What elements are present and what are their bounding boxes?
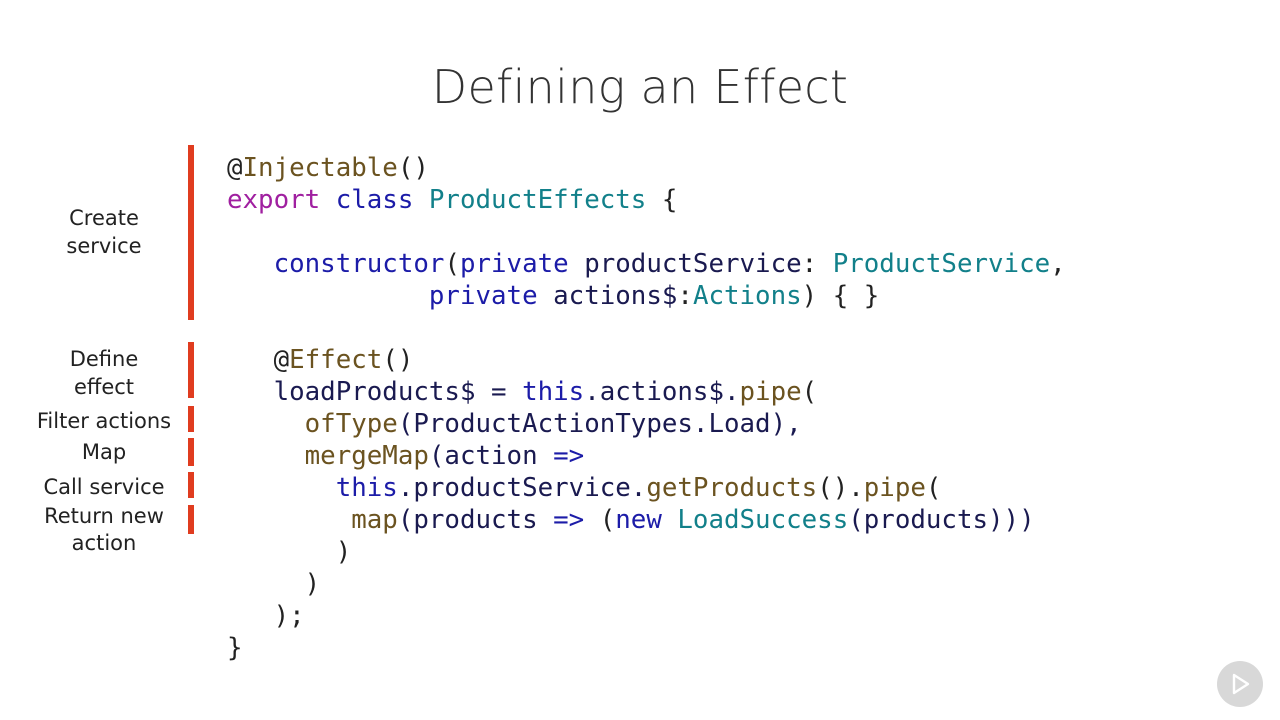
code-token: private: [459, 249, 569, 279]
code-token: private: [428, 281, 538, 311]
code-token: (products: [397, 505, 554, 535]
annotation-line: Map: [81, 440, 127, 464]
code-token: (: [584, 505, 616, 535]
annotation-define-effect: Define effect: [14, 345, 194, 401]
code-token: ,: [1050, 249, 1066, 279]
code-token: loadProducts$: [273, 377, 476, 407]
annotation-line: Define: [69, 347, 139, 371]
code-line: @Injectable(): [227, 152, 1066, 184]
annotation-line: effect: [73, 375, 135, 399]
annotation-line: Call service: [43, 475, 165, 499]
code-token: map: [351, 505, 398, 535]
code-line: export class ProductEffects {: [227, 184, 1066, 216]
annotation-line: Filter actions: [36, 409, 172, 433]
code-line: this.productService.getProducts().pipe(: [227, 472, 1066, 504]
annotation-line: service: [66, 234, 142, 258]
code-token: =: [475, 377, 523, 407]
code-line: private actions$:Actions) { }: [227, 280, 1066, 312]
code-token: mergeMap: [304, 441, 429, 471]
code-line: ofType(ProductActionTypes.Load),: [227, 408, 1066, 440]
code-token: );: [227, 601, 305, 631]
code-token: ProductService: [832, 249, 1051, 279]
code-line: );: [227, 600, 1066, 632]
code-token: (: [925, 473, 942, 503]
code-token: ProductEffects: [428, 185, 647, 215]
code-line: @Effect(): [227, 344, 1066, 376]
code-token: (products))): [848, 505, 1035, 535]
code-token: class: [335, 185, 414, 215]
code-token: =>: [553, 441, 585, 471]
code-token: pipe: [739, 377, 802, 407]
code-token: (: [801, 377, 818, 407]
code-token: ): [227, 537, 352, 567]
code-token: ) { }: [801, 281, 880, 311]
code-token: (ProductActionTypes.Load),: [397, 409, 802, 439]
code-token: ): [227, 569, 321, 599]
code-token: actions$: [537, 281, 678, 311]
code-token: (: [444, 249, 460, 279]
play-button[interactable]: [1217, 661, 1263, 707]
play-icon: [1232, 673, 1250, 695]
annotation-line: action: [71, 531, 137, 555]
code-line: constructor(private productService: Prod…: [227, 248, 1066, 280]
code-token: @: [227, 153, 243, 183]
code-token: Injectable: [242, 153, 398, 183]
annotation-create-service: Create service: [14, 204, 194, 260]
annotation-return-new-action: Return new action: [14, 503, 194, 557]
code-token: getProducts: [646, 473, 818, 503]
code-token: ofType: [304, 409, 398, 439]
code-token: .actions$.: [584, 377, 740, 407]
code-token: (action: [428, 441, 554, 471]
code-token: productService: [568, 249, 802, 279]
code-line: map(products => (new LoadSuccess(product…: [227, 504, 1066, 536]
code-token: }: [227, 633, 243, 663]
code-token: Effect: [289, 345, 383, 375]
code-line: loadProducts$ = this.actions$.pipe(: [227, 376, 1066, 408]
annotation-map: Map: [14, 438, 194, 466]
code-line: }: [227, 632, 1066, 664]
code-token: Actions: [692, 281, 802, 311]
code-token: (): [397, 153, 429, 183]
code-line: ): [227, 568, 1066, 600]
code-token: :: [801, 249, 833, 279]
annotation-call-service: Call service: [14, 473, 194, 501]
annotation-filter-actions: Filter actions: [14, 407, 194, 435]
code-token: ().: [817, 473, 864, 503]
code-token: this: [335, 473, 398, 503]
annotation-line: Return new: [44, 504, 164, 528]
code-token: :: [677, 281, 693, 311]
code-token: LoadSuccess: [677, 505, 849, 535]
code-line: ): [227, 536, 1066, 568]
code-token: this: [522, 377, 585, 407]
annotation-line: Create: [69, 206, 139, 230]
code-token: @: [273, 345, 290, 375]
code-token: =>: [553, 505, 585, 535]
code-token: (): [382, 345, 414, 375]
code-token: constructor: [273, 249, 445, 279]
slide-title: Defining an Effect: [431, 60, 849, 114]
code-token: export: [227, 185, 321, 215]
code-line: mergeMap(action =>: [227, 440, 1066, 472]
code-token: pipe: [863, 473, 926, 503]
code-block: @Injectable() export class ProductEffects…: [227, 152, 1066, 664]
code-token: .productService.: [397, 473, 647, 503]
code-token: new: [615, 505, 662, 535]
code-token: {: [646, 185, 678, 215]
